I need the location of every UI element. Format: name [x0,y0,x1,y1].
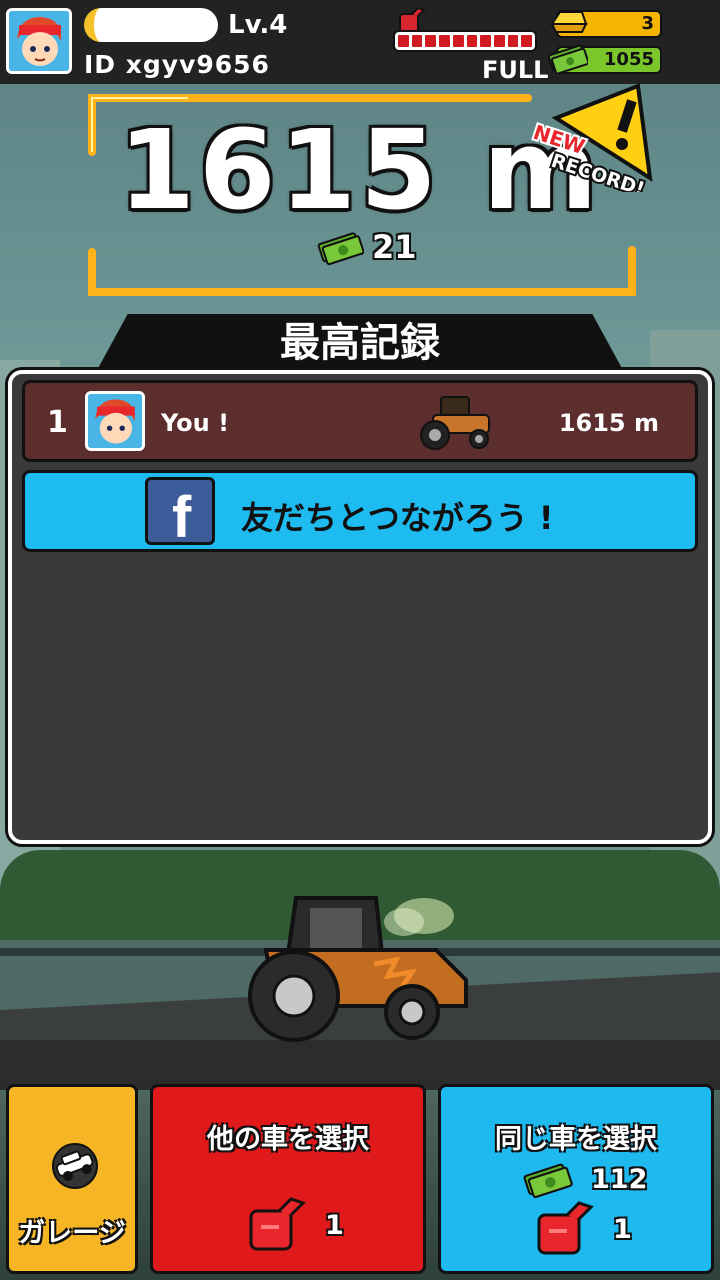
cash-icon [317,232,364,266]
avatar-icon [9,11,69,71]
cash-icon [547,44,588,74]
fuel-segment [425,35,437,47]
player-id: ID xgyv9656 [84,50,270,79]
reward-cash: 21 [316,228,417,266]
fuel-status: FULL [482,56,549,84]
fuel-segment [480,35,491,47]
fuel-segment [493,35,505,47]
gold-bar-icon [550,11,588,33]
rank-distance: 1615 m [558,409,659,437]
facebook-icon: f [145,477,215,550]
leaderboard-row[interactable]: 1 You ! 1615 m [22,380,698,462]
avatar-icon [88,394,142,448]
garage-button[interactable]: ガレージ [6,1084,138,1274]
fuel-segment [452,35,464,47]
rank-avatar [85,391,145,451]
player-name-field [84,8,218,42]
fuel-can-icon [537,1201,594,1255]
select-other-car-button[interactable]: 他の車を選択 1 [150,1084,426,1274]
rank-number: 1 [47,405,68,440]
cash-value: 1055 [603,49,654,70]
cash-icon [523,1163,573,1199]
facebook-connect-label: 友だちとつながろう ! [241,499,554,537]
garage-car-icon [52,1143,98,1189]
tractor-icon [420,396,490,450]
player-level: Lv.4 [228,10,288,40]
player-avatar[interactable] [6,8,72,74]
fuel-segment [521,35,533,47]
fuel-segment [398,35,409,47]
fuel-gauge [393,30,537,52]
garage-label: ガレージ [18,1218,126,1249]
gold-value: 3 [641,13,654,34]
select-same-car-label: 同じ車を選択 [495,1124,657,1155]
facebook-connect-button[interactable]: f 友だちとつながろう ! [22,470,698,552]
select-other-car-label: 他の車を選択 [207,1124,369,1155]
fuel-can-icon [249,1197,306,1251]
fuel-cost: 1 [245,1197,344,1253]
fuel-cost: 1 [533,1201,632,1257]
cash-cost-value: 112 [591,1163,648,1195]
fuel-segment [507,35,519,47]
tractor-vehicle [248,896,468,1042]
fuel-cost-value: 1 [613,1213,632,1245]
reward-value: 21 [372,228,417,266]
cash-cost: 112 [521,1159,647,1199]
fuel-segment [466,35,478,47]
fuel-segment [411,35,423,47]
fuel-segment [439,35,450,47]
rank-player-name: You ! [161,409,230,437]
leaderboard-title: 最高記録 [280,320,440,366]
select-same-car-button[interactable]: 同じ車を選択 112 1 [438,1084,714,1274]
fuel-cost-value: 1 [325,1209,344,1241]
new-record-icon: NEW RECORD! [528,83,653,192]
